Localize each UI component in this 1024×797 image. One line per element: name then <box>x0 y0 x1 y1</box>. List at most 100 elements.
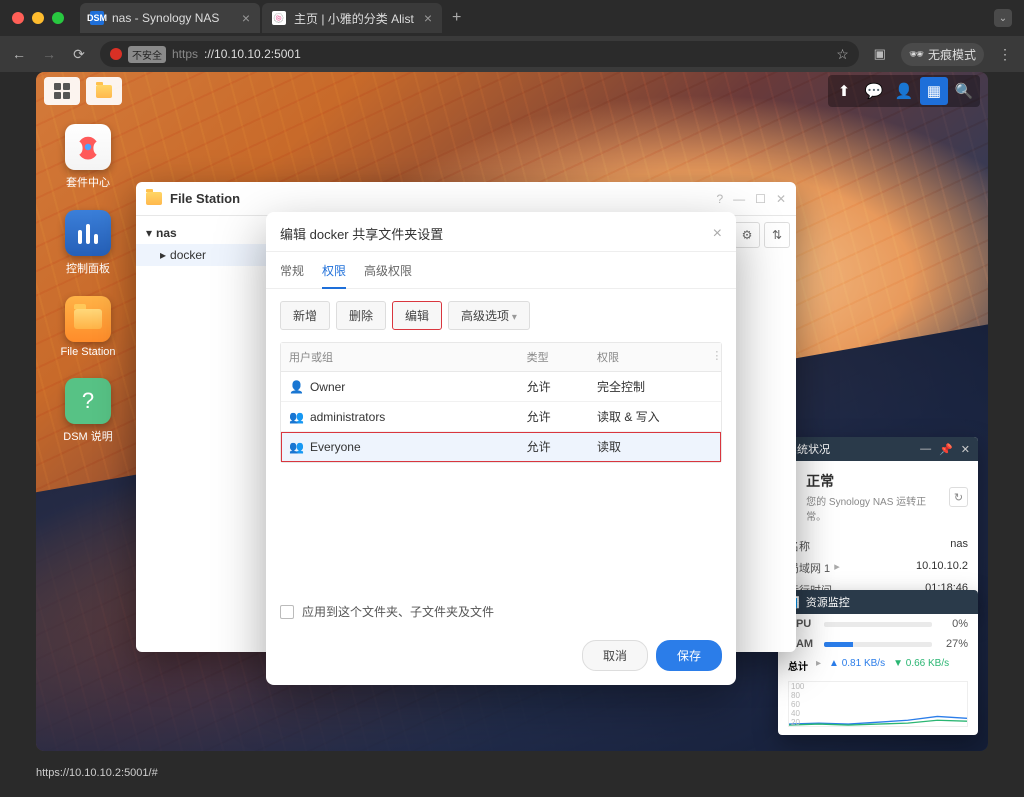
window-close[interactable] <box>12 12 24 24</box>
tree-item-docker[interactable]: ▸docker <box>136 244 285 266</box>
close-icon[interactable]: × <box>713 225 722 243</box>
chevron-right-icon: ▸ <box>816 658 821 673</box>
desktop-icon-package-center[interactable]: 套件中心 <box>54 124 122 190</box>
upload-speed: ▲ 0.81 KB/s <box>829 658 885 673</box>
desktop-icon-help[interactable]: ? DSM 说明 <box>54 378 122 444</box>
table-row[interactable]: 👥administrators 允许 读取 & 写入 <box>281 402 721 432</box>
col-type[interactable]: 类型 <box>519 343 589 371</box>
url-bar[interactable]: 不安全 https ://10.10.10.2:5001 ☆ <box>100 41 859 67</box>
search-icon[interactable]: 🔍 <box>950 77 978 105</box>
table-row[interactable]: 👥Everyone 允许 读取 <box>281 432 721 462</box>
browser-toolbar: ← → ⟳ 不安全 https://10.10.10.2:5001 ☆ ▣ 🕶 … <box>0 36 1024 72</box>
grid-icon <box>54 83 70 99</box>
modal-tabs: 常规 权限 高级权限 <box>266 252 736 289</box>
status-text: 正常 <box>806 471 939 491</box>
tab-general[interactable]: 常规 <box>280 262 304 288</box>
save-button[interactable]: 保存 <box>656 640 722 671</box>
user-icon[interactable]: 👤 <box>890 77 918 105</box>
favicon-dsm: DSM <box>90 11 104 25</box>
modal-footer: 取消 保存 <box>266 630 736 685</box>
back-icon[interactable]: ← <box>10 46 28 62</box>
tab-overflow-icon[interactable]: ⌄ <box>994 9 1012 27</box>
chevron-right-icon: ▸ <box>834 560 840 576</box>
forward-icon[interactable]: → <box>40 46 58 62</box>
pin-icon[interactable]: 📌 <box>939 443 953 456</box>
close-icon[interactable]: ✕ <box>776 192 786 206</box>
tree-root[interactable]: ▾nas <box>136 222 285 244</box>
resource-monitor-widget: 📊 资源监控 CPU 0% RAM 27% 总计▸ ▲ 0.81 KB/s ▼ … <box>778 590 978 735</box>
reader-icon[interactable]: ▣ <box>871 45 889 63</box>
tab-close-icon[interactable]: × <box>242 10 250 26</box>
widget-title: 资源监控 <box>806 594 850 610</box>
widget-header[interactable]: 📊 资源监控 <box>778 590 978 614</box>
url-host: ://10.10.10.2:5001 <box>204 47 301 61</box>
upload-icon[interactable]: ⬆ <box>830 77 858 105</box>
desktop-icon-file-station[interactable]: File Station <box>54 296 122 358</box>
cpu-meter: CPU 0% <box>778 614 978 634</box>
add-button[interactable]: 新增 <box>280 301 330 330</box>
tab-1[interactable]: 🍥 主页 | 小雅的分类 Alist × <box>262 3 442 33</box>
maximize-icon[interactable]: ☐ <box>755 192 766 206</box>
status-subtext: 您的 Synology NAS 运转正常。 <box>806 493 939 523</box>
info-row-lan[interactable]: 局域网 1▸10.10.10.2 <box>788 557 968 579</box>
tab-advanced-permissions[interactable]: 高级权限 <box>364 262 412 288</box>
bookmark-icon[interactable]: ☆ <box>836 46 849 63</box>
topbar-left <box>44 77 122 105</box>
desktop-icons: 套件中心 控制面板 File Station ? DSM 说明 <box>54 124 122 444</box>
url-scheme: https <box>172 47 198 61</box>
widget-header[interactable]: 系统状况 — 📌 ✕ <box>778 437 978 461</box>
icon-label: DSM 说明 <box>54 428 122 444</box>
folder-tree: ▾nas ▸docker <box>136 216 286 652</box>
insecure-badge: 不安全 <box>128 46 166 63</box>
close-icon[interactable]: ✕ <box>961 443 970 456</box>
tab-0[interactable]: DSM nas - Synology NAS × <box>80 3 260 33</box>
favicon-alist: 🍥 <box>272 11 286 25</box>
dsm-topbar: ⬆ 💬 👤 ▦ 🔍 <box>36 72 988 110</box>
sort-button[interactable]: ⇅ <box>764 222 790 248</box>
edit-button[interactable]: 编辑 <box>392 301 442 330</box>
tab-permissions[interactable]: 权限 <box>322 262 346 289</box>
icon-label: File Station <box>54 346 122 358</box>
package-center-icon <box>65 124 111 170</box>
cancel-button[interactable]: 取消 <box>582 640 648 671</box>
checkbox[interactable] <box>280 605 294 619</box>
widgets-icon[interactable]: ▦ <box>920 77 948 105</box>
col-permission[interactable]: 权限 <box>589 343 703 371</box>
user-icon: 👤 <box>289 380 304 394</box>
help-icon: ? <box>65 378 111 424</box>
group-icon: 👥 <box>289 410 304 424</box>
desktop-icon-control-panel[interactable]: 控制面板 <box>54 210 122 276</box>
folder-icon <box>146 192 162 205</box>
icon-label: 套件中心 <box>54 174 122 190</box>
table-row[interactable]: 👤Owner 允许 完全控制 <box>281 372 721 402</box>
browser-titlebar: DSM nas - Synology NAS × 🍥 主页 | 小雅的分类 Al… <box>0 0 1024 36</box>
menu-icon[interactable]: ⋮ <box>996 46 1014 63</box>
chevron-down-icon: ▾ <box>146 226 152 240</box>
main-menu-button[interactable] <box>44 77 80 105</box>
col-more-icon[interactable]: ⋮ <box>703 343 730 371</box>
reload-button[interactable]: ↻ <box>949 487 968 507</box>
window-minimize[interactable] <box>32 12 44 24</box>
help-icon[interactable]: ? <box>716 192 723 206</box>
window-controls <box>12 12 64 24</box>
window-maximize[interactable] <box>52 12 64 24</box>
minimize-icon[interactable]: — <box>733 192 745 206</box>
col-user[interactable]: 用户或组 <box>281 343 519 371</box>
dsm-desktop: ⬆ 💬 👤 ▦ 🔍 套件中心 控制面板 File Station <box>36 72 988 751</box>
delete-button[interactable]: 删除 <box>336 301 386 330</box>
system-health-widget: 系统状况 — 📌 ✕ ✓ 正常 您的 Synology NAS 运转正常。 ↻ … <box>778 437 978 611</box>
reload-icon[interactable]: ⟳ <box>70 46 88 63</box>
apply-subfolders-row[interactable]: 应用到这个文件夹、子文件夹及文件 <box>266 593 736 630</box>
new-tab-button[interactable]: + <box>444 9 469 27</box>
window-titlebar[interactable]: File Station ? — ☐ ✕ <box>136 182 796 216</box>
minimize-icon[interactable]: — <box>920 443 931 456</box>
chevron-right-icon: ▸ <box>160 248 166 262</box>
tab-close-icon[interactable]: × <box>424 10 432 26</box>
advanced-options-button[interactable]: 高级选项 <box>448 301 530 330</box>
settings-button[interactable]: ⚙ <box>734 222 760 248</box>
file-station-button[interactable] <box>86 77 122 105</box>
notifications-icon[interactable]: 💬 <box>860 77 888 105</box>
permission-toolbar: 新增 删除 编辑 高级选项 <box>266 289 736 342</box>
download-speed: ▼ 0.66 KB/s <box>893 658 949 673</box>
browser-status-bar: https://10.10.10.2:5001/# <box>36 767 158 779</box>
